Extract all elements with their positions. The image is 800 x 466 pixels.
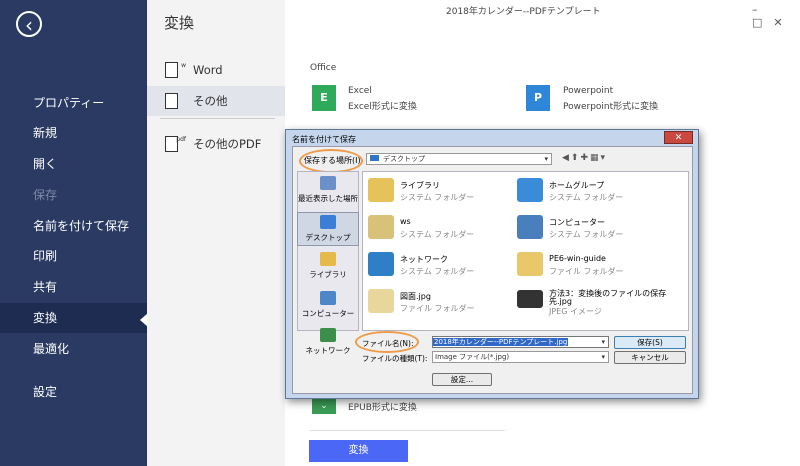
filetype-dropdown[interactable]: Image ファイル(*.jpg) ▾ bbox=[432, 351, 609, 363]
folder-icon bbox=[368, 289, 394, 313]
powerpoint-icon[interactable]: P bbox=[526, 85, 550, 111]
back-button[interactable]: ‹ bbox=[16, 11, 42, 37]
filename-input[interactable]: 2018年カレンダー--PDFテンプレート.jpg ▾ bbox=[432, 336, 609, 348]
new-folder-icon[interactable]: ✚ bbox=[580, 153, 590, 163]
document-icon: w bbox=[165, 62, 186, 78]
dialog-title: 名前を付けて保存 bbox=[292, 135, 356, 144]
maximize-button[interactable]: □ bbox=[752, 16, 773, 29]
chevron-down-icon: ▾ bbox=[601, 338, 605, 346]
library-icon bbox=[320, 252, 336, 266]
save-button[interactable]: 保存(S) bbox=[614, 336, 686, 349]
convert-item-label: その他のPDF bbox=[193, 137, 262, 151]
epub-icon[interactable]: ⌄ bbox=[312, 398, 336, 414]
settings-button[interactable]: 設定... bbox=[432, 373, 492, 386]
network-globe-icon bbox=[368, 252, 394, 276]
pdf-document-icon: pdf bbox=[165, 136, 186, 152]
tile-title-powerpoint[interactable]: Powerpoint bbox=[563, 86, 613, 96]
highlight-ring bbox=[299, 149, 363, 173]
network-icon bbox=[320, 328, 336, 342]
back-icon[interactable]: ◀ bbox=[562, 153, 571, 163]
recent-places-icon bbox=[320, 176, 336, 190]
divider bbox=[310, 430, 505, 431]
convert-item-other[interactable]: その他 bbox=[147, 86, 285, 116]
cancel-button[interactable]: キャンセル bbox=[614, 351, 686, 364]
sidebar-item-save: 保存 bbox=[33, 188, 58, 202]
file-item-network[interactable]: ネットワーク システム フォルダー bbox=[368, 250, 528, 280]
tile-title-excel[interactable]: Excel bbox=[348, 86, 372, 96]
convert-item-label: Word bbox=[193, 63, 223, 77]
file-item-method3-jpg[interactable]: 方法3：変換後のファイルの保存 先.jpg JPEG イメージ bbox=[517, 284, 677, 320]
divider bbox=[160, 118, 275, 119]
homegroup-icon bbox=[517, 178, 543, 202]
file-item-computer[interactable]: コンピューター システム フォルダー bbox=[517, 213, 677, 243]
close-window-button[interactable]: ✕ bbox=[773, 16, 793, 29]
minimize-button[interactable]: – bbox=[752, 3, 769, 16]
place-desktop[interactable]: デスクトップ bbox=[297, 212, 359, 246]
desktop-folder-icon bbox=[370, 155, 379, 161]
chevron-down-icon: ▾ bbox=[601, 353, 605, 361]
image-thumbnail-icon bbox=[517, 290, 543, 308]
tile-subtitle-powerpoint: Powerpoint形式に変換 bbox=[563, 102, 659, 112]
sidebar-item-share[interactable]: 共有 bbox=[0, 272, 147, 302]
file-item-zumen[interactable]: 図面.jpg ファイル フォルダー bbox=[368, 287, 528, 317]
dialog-close-button[interactable]: ✕ bbox=[664, 131, 693, 144]
window-controls: –□✕ bbox=[752, 3, 800, 29]
file-item-pe6-win-guide[interactable]: PE6-win-guide ファイル フォルダー bbox=[517, 250, 677, 280]
sidebar-item-settings[interactable]: 設定 bbox=[0, 377, 147, 407]
sidebar-item-save-as[interactable]: 名前を付けて保存 bbox=[0, 211, 147, 241]
save-in-dropdown[interactable]: デスクトップ ▾ bbox=[366, 153, 552, 165]
sidebar-item-optimize[interactable]: 最適化 bbox=[0, 334, 147, 364]
filename-label: ファイル名(N): bbox=[362, 339, 414, 348]
place-computer[interactable]: コンピューター bbox=[297, 291, 359, 325]
convert-button[interactable]: 変換 bbox=[309, 440, 408, 462]
file-item-homegroup[interactable]: ホームグループ システム フォルダー bbox=[517, 176, 677, 206]
place-network[interactable]: ネットワーク bbox=[297, 328, 359, 362]
place-libraries[interactable]: ライブラリ bbox=[297, 252, 359, 286]
desktop-icon bbox=[320, 215, 336, 229]
file-item-ws[interactable]: ws システム フォルダー bbox=[368, 213, 528, 243]
chevron-down-icon: ▾ bbox=[544, 155, 548, 163]
sidebar-item-convert[interactable]: 変換 bbox=[0, 303, 147, 333]
view-menu-icon[interactable]: ▦▾ bbox=[590, 153, 607, 163]
window-title: 2018年カレンダー--PDFテンプレート bbox=[446, 7, 601, 17]
folder-icon bbox=[517, 252, 543, 276]
dialog-toolbar: ◀⬆✚▦▾ bbox=[562, 153, 607, 163]
file-item-libraries[interactable]: ライブラリ システム フォルダー bbox=[368, 176, 528, 206]
section-label-office: Office bbox=[310, 63, 337, 73]
tile-subtitle-excel: Excel形式に変換 bbox=[348, 102, 417, 112]
excel-icon[interactable]: E bbox=[312, 85, 336, 111]
convert-item-label: その他 bbox=[193, 94, 228, 108]
sidebar-item-new[interactable]: 新規 bbox=[0, 118, 147, 148]
user-folder-icon bbox=[368, 215, 394, 239]
filetype-label: ファイルの種類(T): bbox=[362, 354, 428, 363]
panel-title: 変換 bbox=[164, 14, 195, 32]
place-recent[interactable]: 最近表示した場所 bbox=[297, 176, 359, 210]
sidebar-item-properties[interactable]: プロパティー bbox=[0, 88, 147, 118]
tile-subtitle-epub[interactable]: EPUB形式に変換 bbox=[348, 400, 417, 413]
document-icon bbox=[165, 93, 178, 109]
sidebar-item-print[interactable]: 印刷 bbox=[0, 241, 147, 271]
convert-item-word[interactable]: w Word bbox=[147, 55, 285, 85]
library-folder-icon bbox=[368, 178, 394, 202]
convert-item-other-pdf[interactable]: pdf その他のPDF bbox=[147, 129, 285, 159]
computer-icon bbox=[320, 291, 336, 305]
computer-icon bbox=[517, 215, 543, 239]
sidebar-item-open[interactable]: 開く bbox=[0, 149, 147, 179]
